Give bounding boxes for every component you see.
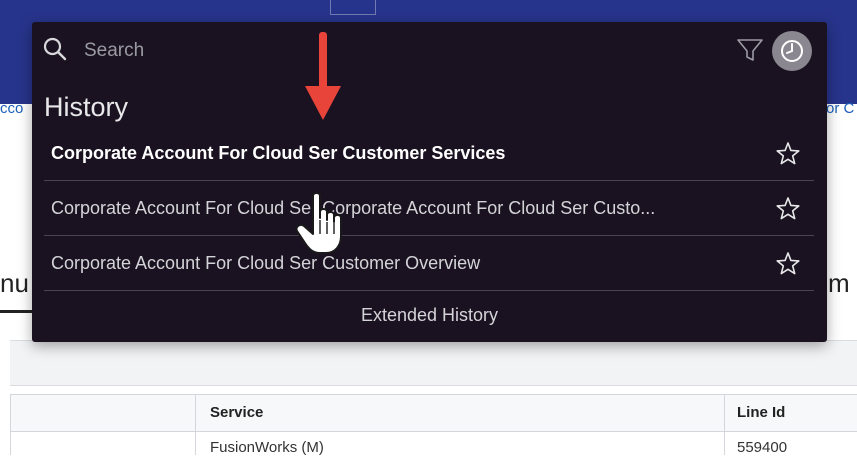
red-arrow-annotation <box>305 32 341 120</box>
column-header-service[interactable]: Service <box>210 404 263 421</box>
star-icon[interactable] <box>774 250 802 278</box>
background-link-right[interactable]: or C <box>826 100 854 117</box>
history-popup: History Corporate Account For Cloud Ser … <box>32 22 827 342</box>
data-table: Service Line Id FusionWorks (M) 559400 <box>10 394 857 456</box>
history-clock-button[interactable] <box>772 31 812 71</box>
search-input[interactable] <box>82 37 686 65</box>
background-heading-underline <box>0 310 32 313</box>
column-separator <box>724 395 725 455</box>
background-heading-left: nu <box>0 268 29 298</box>
history-item-label: Corporate Account For Cloud Ser Customer… <box>51 253 481 273</box>
filter-icon[interactable] <box>735 35 765 65</box>
table-cell-service: FusionWorks (M) <box>210 439 324 456</box>
column-separator <box>195 395 196 455</box>
history-item[interactable]: Corporate Account For Cloud Ser Corporat… <box>44 181 814 235</box>
header-notch <box>330 0 376 15</box>
table-toolbar <box>10 340 857 386</box>
background-heading-right: m <box>828 268 850 298</box>
clock-icon <box>781 40 803 62</box>
star-icon[interactable] <box>774 140 802 168</box>
search-icon <box>43 37 67 61</box>
search-row <box>32 22 827 78</box>
table-cell-line-id: 559400 <box>737 439 788 456</box>
column-header-line-id[interactable]: Line Id <box>737 404 785 421</box>
history-separator <box>44 290 814 291</box>
history-title: History <box>44 92 129 122</box>
extended-history-link[interactable]: Extended History <box>32 297 827 333</box>
hand-cursor-icon <box>295 192 342 254</box>
background-link-left[interactable]: cco <box>0 100 23 117</box>
history-item[interactable]: Corporate Account For Cloud Ser Customer… <box>44 126 814 180</box>
history-item[interactable]: Corporate Account For Cloud Ser Customer… <box>44 236 814 290</box>
history-item-label: Corporate Account For Cloud Ser Customer… <box>51 143 506 163</box>
history-item-label: Corporate Account For Cloud Ser Corporat… <box>51 198 656 218</box>
table-header-row <box>11 395 857 432</box>
star-icon[interactable] <box>774 195 802 223</box>
